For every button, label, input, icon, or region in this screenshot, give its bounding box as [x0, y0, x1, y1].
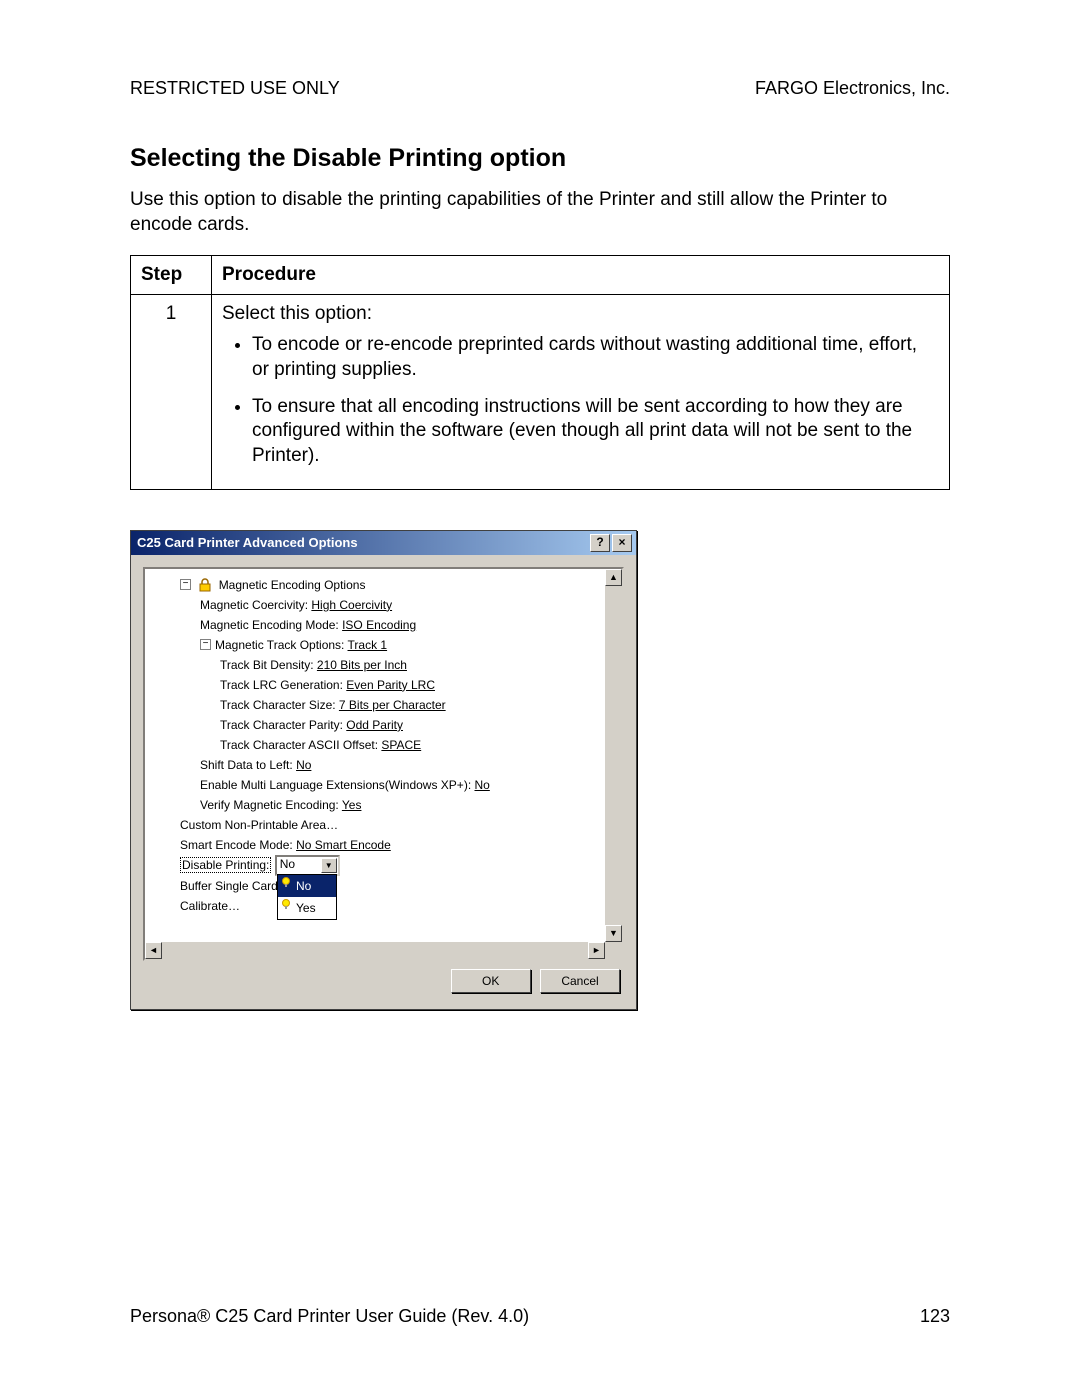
tree-track-character-parity[interactable]: Track Character Parity: Odd Parity: [180, 715, 618, 735]
tree-calibrate[interactable]: Calibrate…: [180, 896, 618, 916]
tree-magnetic-track-options[interactable]: −Magnetic Track Options: Track 1: [180, 635, 618, 655]
help-icon[interactable]: ?: [590, 534, 610, 552]
bullet-1: To encode or re-encode preprinted cards …: [252, 333, 939, 382]
bullet-2: To ensure that all encoding instructions…: [252, 395, 939, 469]
scroll-up-icon[interactable]: ▲: [605, 569, 622, 586]
scroll-corner: [605, 942, 622, 959]
tree-track-ascii-offset[interactable]: Track Character ASCII Offset: SPACE: [180, 735, 618, 755]
tree-disable-printing[interactable]: Disable Printing: No No Yes: [180, 855, 618, 876]
tree-magnetic-encoding-options[interactable]: − Magnetic Encoding Options: [180, 575, 618, 595]
tree-track-bit-density[interactable]: Track Bit Density: 210 Bits per Inch: [180, 655, 618, 675]
page-header: RESTRICTED USE ONLY FARGO Electronics, I…: [130, 78, 950, 99]
intro-paragraph: Use this option to disable the printing …: [130, 188, 950, 237]
tree-buffer-single-card[interactable]: Buffer Single Card: [180, 876, 618, 896]
page-footer: Persona® C25 Card Printer User Guide (Re…: [130, 1306, 950, 1327]
col-step: Step: [131, 256, 212, 295]
scroll-left-icon[interactable]: ◄: [145, 942, 162, 959]
section-title: Selecting the Disable Printing option: [130, 144, 950, 173]
tree-custom-non-printable-area[interactable]: Custom Non-Printable Area…: [180, 815, 618, 835]
collapse-icon[interactable]: −: [180, 579, 191, 590]
ok-button[interactable]: OK: [451, 969, 531, 993]
disable-printing-dropdown[interactable]: No Yes: [277, 874, 337, 920]
dialog-titlebar[interactable]: C25 Card Printer Advanced Options ? ×: [131, 531, 636, 555]
option-no[interactable]: No: [278, 875, 336, 897]
tree-magnetic-encoding-mode[interactable]: Magnetic Encoding Mode: ISO Encoding: [180, 615, 618, 635]
procedure-table: Step Procedure 1 Select this option: To …: [130, 255, 950, 489]
vertical-scrollbar[interactable]: ▲ ▼: [605, 569, 622, 942]
tree-multi-language-ext[interactable]: Enable Multi Language Extensions(Windows…: [180, 775, 618, 795]
collapse-icon[interactable]: −: [200, 639, 211, 650]
options-tree[interactable]: − Magnetic Encoding Options Magnetic Coe…: [143, 567, 624, 961]
tree-smart-encode-mode[interactable]: Smart Encode Mode: No Smart Encode: [180, 835, 618, 855]
scroll-right-icon[interactable]: ►: [588, 942, 605, 959]
tree-magnetic-coercivity[interactable]: Magnetic Coercivity: High Coercivity: [180, 595, 618, 615]
header-right: FARGO Electronics, Inc.: [755, 78, 950, 99]
tree-verify-magnetic-encoding[interactable]: Verify Magnetic Encoding: Yes: [180, 795, 618, 815]
close-icon[interactable]: ×: [612, 534, 632, 552]
bulb-icon: [280, 876, 292, 888]
lock-icon: [198, 578, 212, 592]
advanced-options-dialog: C25 Card Printer Advanced Options ? × − …: [130, 530, 637, 1010]
cancel-button[interactable]: Cancel: [540, 969, 620, 993]
footer-page-number: 123: [920, 1306, 950, 1327]
option-yes[interactable]: Yes: [278, 897, 336, 919]
step-number: 1: [131, 295, 212, 489]
procedure-lead: Select this option:: [222, 303, 939, 325]
procedure-cell: Select this option: To encode or re-enco…: [212, 295, 950, 489]
footer-guide: Persona® C25 Card Printer User Guide (Re…: [130, 1306, 529, 1327]
col-procedure: Procedure: [212, 256, 950, 295]
dialog-title: C25 Card Printer Advanced Options: [137, 535, 588, 550]
scroll-down-icon[interactable]: ▼: [605, 925, 622, 942]
tree-track-character-size[interactable]: Track Character Size: 7 Bits per Charact…: [180, 695, 618, 715]
header-left: RESTRICTED USE ONLY: [130, 78, 340, 99]
tree-shift-data-left[interactable]: Shift Data to Left: No: [180, 755, 618, 775]
tree-track-lrc-generation[interactable]: Track LRC Generation: Even Parity LRC: [180, 675, 618, 695]
horizontal-scrollbar[interactable]: ◄ ►: [145, 942, 622, 959]
bulb-icon: [280, 898, 292, 910]
